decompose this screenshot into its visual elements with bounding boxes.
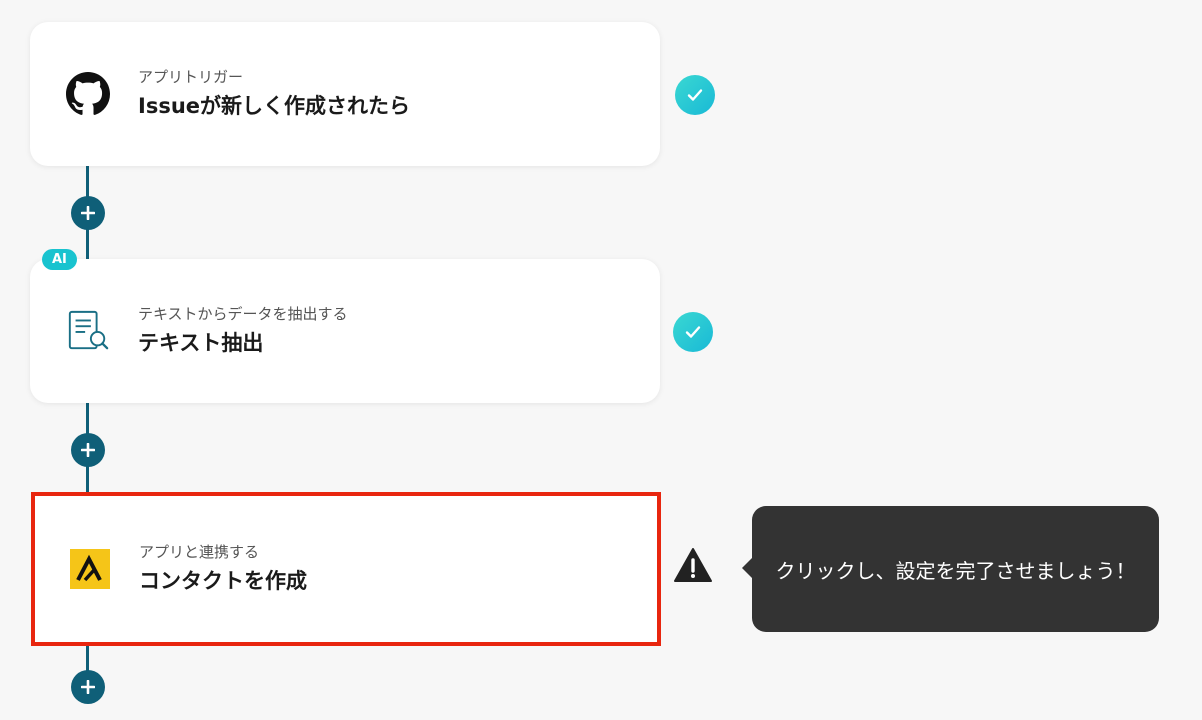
- step-title: Issueが新しく作成されたら: [138, 94, 411, 118]
- step-card-create-contact[interactable]: アプリと連携する コンタクトを作成: [31, 492, 661, 646]
- plus-icon: [81, 206, 95, 220]
- github-icon: [66, 72, 110, 116]
- plus-icon: [81, 443, 95, 457]
- step-title: テキスト抽出: [138, 331, 264, 355]
- step-card-text-extract[interactable]: AI テキストからデータを抽出する テキスト抽出: [30, 249, 660, 403]
- tooltip-text: クリックし、設定を完了させましょう！: [775, 558, 1136, 583]
- step-subtitle: アプリトリガー: [138, 68, 244, 86]
- add-step-button[interactable]: [71, 196, 105, 230]
- ai-badge: AI: [42, 249, 77, 270]
- add-step-button[interactable]: [71, 433, 105, 467]
- add-step-button[interactable]: [71, 670, 105, 704]
- completed-check-icon: [675, 75, 715, 115]
- app-logo-icon: [68, 547, 112, 591]
- step-subtitle: テキストからデータを抽出する: [138, 305, 348, 323]
- step-title: コンタクトを作成: [139, 569, 307, 593]
- document-search-icon: [66, 309, 110, 353]
- step-card-trigger[interactable]: アプリトリガー Issueが新しく作成されたら: [30, 22, 660, 166]
- setup-tooltip: クリックし、設定を完了させましょう！: [742, 506, 1159, 632]
- completed-check-icon: [673, 312, 713, 352]
- warning-icon: [673, 545, 713, 585]
- step-subtitle: アプリと連携する: [139, 543, 260, 561]
- plus-icon: [81, 680, 95, 694]
